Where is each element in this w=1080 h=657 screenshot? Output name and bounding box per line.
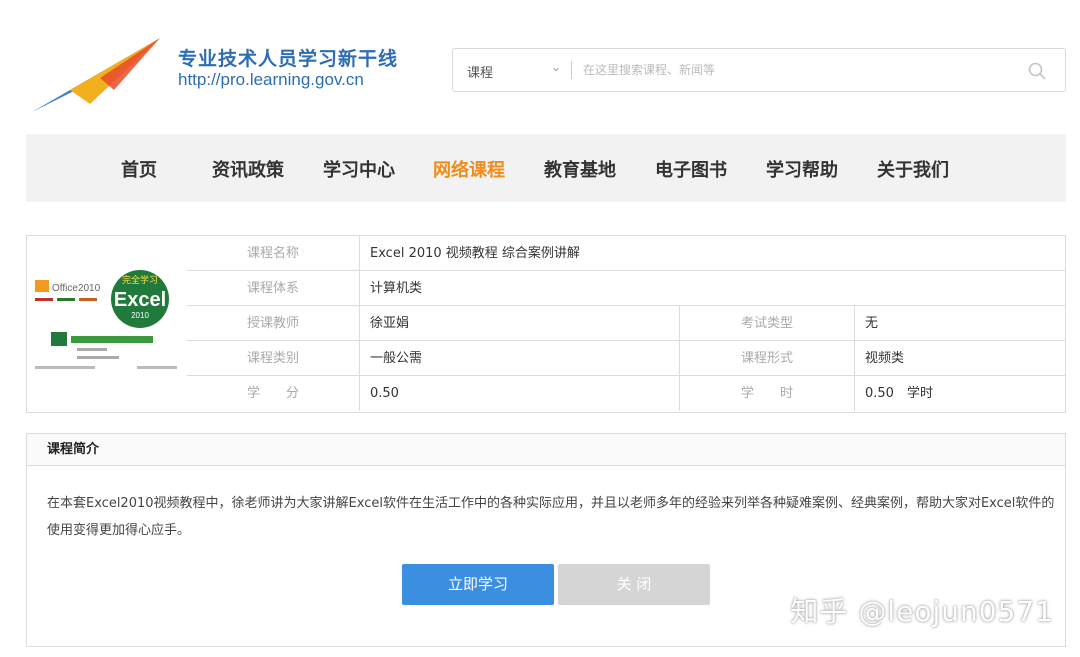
nav-item-online-courses[interactable]: 网络课程 bbox=[433, 156, 505, 182]
course-cover-image: Office2010 完全学习 Excel 2010 bbox=[27, 236, 187, 412]
cover-tag: 完全学习 bbox=[122, 274, 158, 286]
intro-text: 在本套Excel2010视频教程中，徐老师讲为大家讲解Excel软件在生活工作中… bbox=[47, 496, 1055, 538]
site-title: 专业技术人员学习新干线 bbox=[178, 48, 399, 70]
search-icon[interactable] bbox=[1027, 61, 1047, 81]
hours-value: 0.50 学时 bbox=[865, 386, 933, 401]
course-system-value: 计算机类 bbox=[370, 281, 423, 296]
hours-label: 学 时 bbox=[680, 376, 855, 411]
search-divider bbox=[571, 61, 572, 79]
main-nav: 首页 资讯政策 学习中心 网络课程 教育基地 电子图书 学习帮助 关于我们 bbox=[26, 134, 1066, 202]
nav-item-home[interactable]: 首页 bbox=[121, 156, 157, 182]
teacher-value: 徐亚娟 bbox=[360, 306, 680, 341]
row-category-format: 课程类别 一般公需 课程形式 视频类 bbox=[187, 341, 1065, 376]
row-course-system: 课程体系 计算机类 bbox=[187, 271, 1065, 306]
format-value: 视频类 bbox=[865, 351, 905, 366]
credit-label: 学 分 bbox=[187, 376, 360, 411]
exam-type-value: 无 bbox=[865, 316, 879, 331]
search-category-select[interactable]: 课程 bbox=[467, 62, 493, 81]
course-name-value: Excel 2010 视频教程 综合案例讲解 bbox=[370, 246, 580, 261]
teacher-label: 授课教师 bbox=[187, 306, 360, 341]
search-input[interactable] bbox=[583, 56, 1013, 84]
nav-item-learning-center[interactable]: 学习中心 bbox=[323, 156, 395, 182]
intro-heading: 课程简介 bbox=[27, 434, 1065, 466]
category-value: 一般公需 bbox=[360, 341, 680, 376]
watermark: 知乎 @leojun0571 bbox=[790, 595, 1054, 628]
row-credit-hours: 学 分 0.50 学 时 0.50 学时 bbox=[187, 376, 1065, 411]
credit-value: 0.50 bbox=[360, 376, 680, 411]
chevron-down-icon[interactable]: ⌄ bbox=[551, 60, 561, 74]
format-label: 课程形式 bbox=[680, 341, 855, 376]
course-thumbnail: Office2010 完全学习 Excel 2010 bbox=[27, 236, 187, 412]
start-study-button[interactable]: 立即学习 bbox=[402, 564, 554, 605]
row-course-name: 课程名称 Excel 2010 视频教程 综合案例讲解 bbox=[187, 236, 1065, 271]
site-logo bbox=[32, 38, 160, 112]
cover-brand: Office2010 bbox=[52, 283, 101, 294]
nav-item-help[interactable]: 学习帮助 bbox=[766, 156, 838, 182]
site-url[interactable]: http://pro.learning.gov.cn bbox=[178, 70, 364, 90]
cover-title: Excel bbox=[114, 289, 166, 311]
cover-year: 2010 bbox=[131, 311, 149, 320]
course-info-table: Office2010 完全学习 Excel 2010 课程名称 Excel 20… bbox=[26, 235, 1066, 413]
row-teacher-exam: 授课教师 徐亚娟 考试类型 无 bbox=[187, 306, 1065, 341]
nav-item-ebooks[interactable]: 电子图书 bbox=[655, 156, 727, 182]
exam-type-label: 考试类型 bbox=[680, 306, 855, 341]
course-system-label: 课程体系 bbox=[187, 271, 360, 306]
course-name-label: 课程名称 bbox=[187, 236, 360, 271]
close-button[interactable]: 关 闭 bbox=[558, 564, 710, 605]
search-bar: 课程 ⌄ bbox=[452, 48, 1066, 92]
nav-item-news-policy[interactable]: 资讯政策 bbox=[212, 156, 284, 182]
nav-item-about[interactable]: 关于我们 bbox=[877, 156, 949, 182]
nav-item-education-base[interactable]: 教育基地 bbox=[544, 156, 616, 182]
category-label: 课程类别 bbox=[187, 341, 360, 376]
